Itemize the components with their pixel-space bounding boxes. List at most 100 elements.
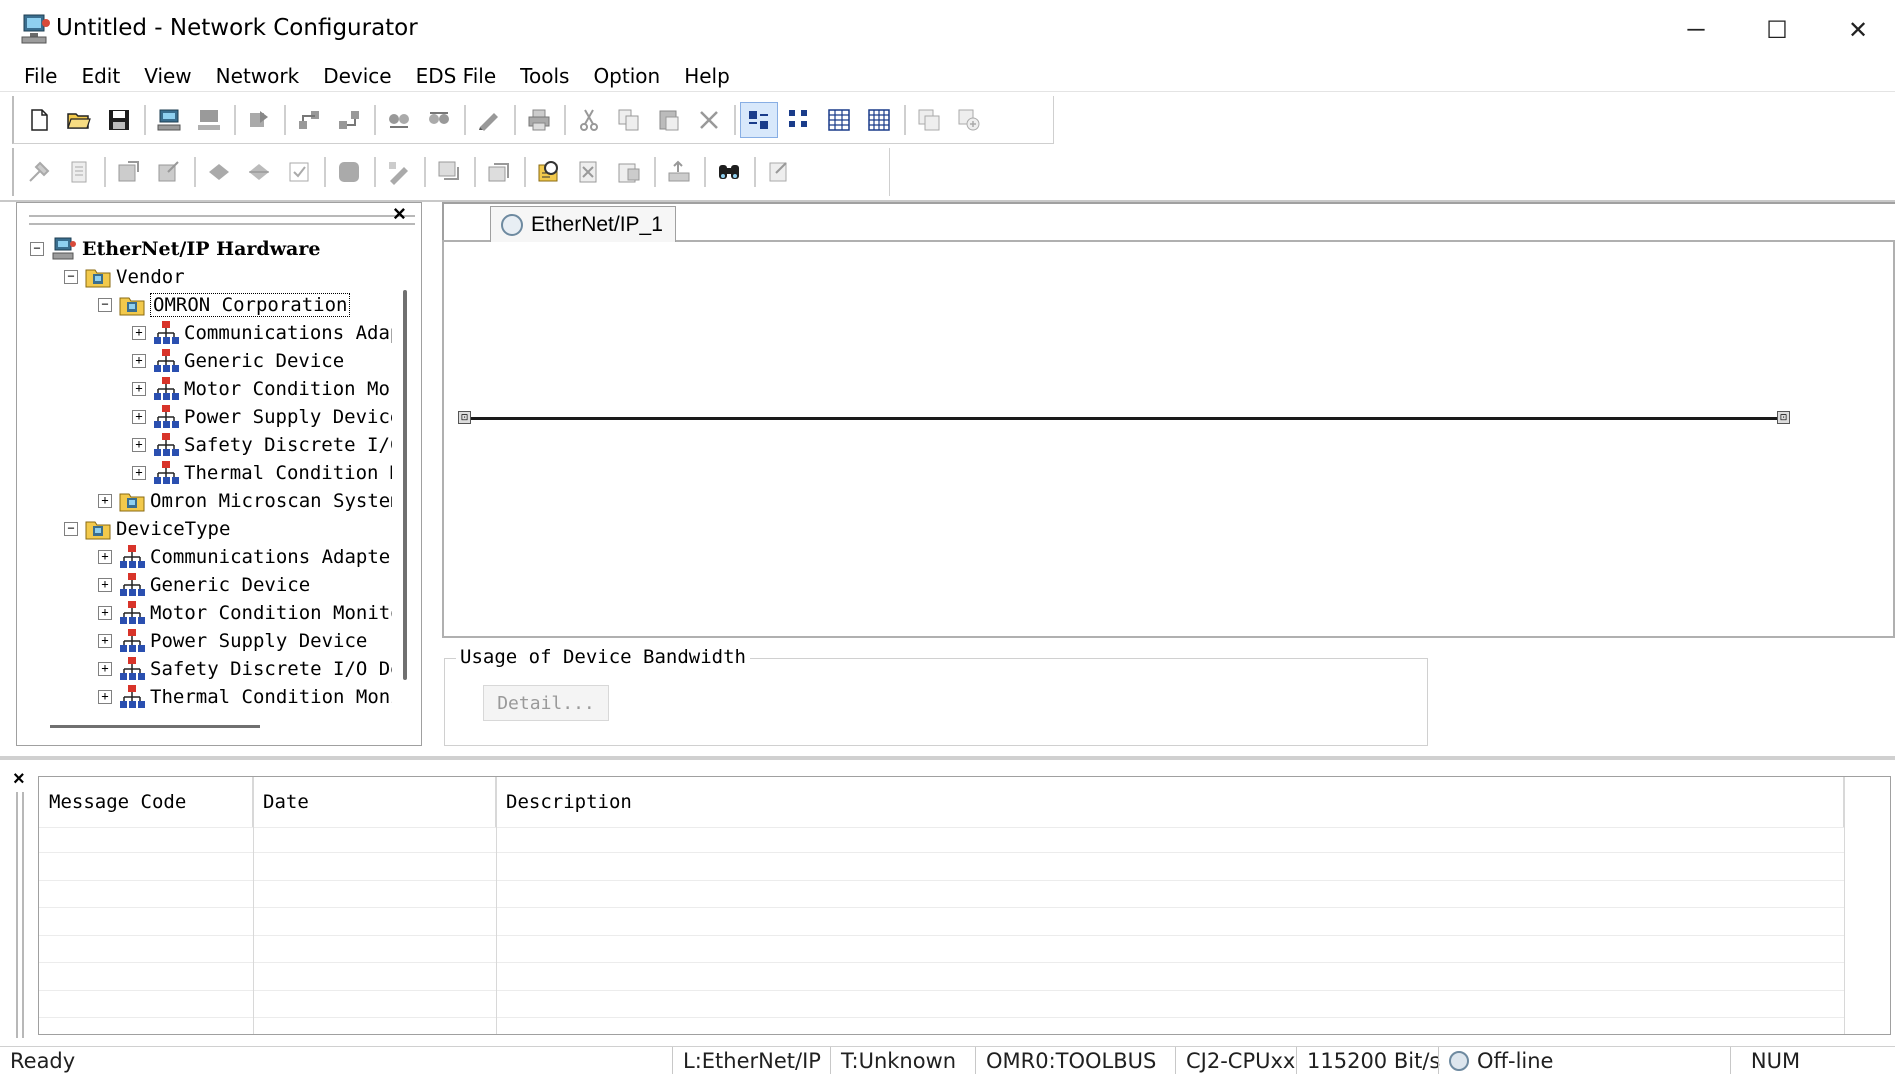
settings-button[interactable] <box>760 154 798 190</box>
maximize-button[interactable]: ☐ <box>1737 0 1817 60</box>
expand-icon[interactable]: + <box>98 578 112 592</box>
column-header-date[interactable]: Date <box>253 777 496 827</box>
tree-node-microscan[interactable]: + Omron Microscan System <box>98 488 392 514</box>
upload-button[interactable] <box>240 102 278 138</box>
menu-network[interactable]: Network <box>204 61 312 91</box>
message-window-close-button[interactable]: × <box>13 768 25 791</box>
collapse-icon[interactable]: − <box>98 298 112 312</box>
stop-button[interactable] <box>330 154 368 190</box>
register-button[interactable] <box>110 154 148 190</box>
tree-node-dt-comm[interactable]: + Communications Adapter <box>98 544 392 570</box>
expand-icon[interactable]: + <box>132 438 146 452</box>
disconnect-button[interactable] <box>190 102 228 138</box>
tree-node-dt-generic[interactable]: + Generic Device <box>98 572 310 598</box>
expand-icon[interactable]: + <box>98 690 112 704</box>
tree-node-omron-motor[interactable]: + Motor Condition Mor <box>132 376 392 402</box>
expand-icon[interactable]: + <box>132 382 146 396</box>
tree-node-omron-safety[interactable]: + Safety Discrete I/C <box>132 432 392 458</box>
expand-icon[interactable]: + <box>98 606 112 620</box>
tree-node-vendor[interactable]: − Vendor <box>64 264 185 290</box>
delete-button[interactable] <box>690 102 728 138</box>
minimize-button[interactable]: ─ <box>1656 0 1736 60</box>
message-window-grip[interactable] <box>16 792 24 1038</box>
tree-node-dt-safety[interactable]: + Safety Discrete I/O De <box>98 656 392 682</box>
column-header-message-code[interactable]: Message Code <box>39 777 253 827</box>
menu-help[interactable]: Help <box>672 61 742 91</box>
list-view-button[interactable] <box>820 102 858 138</box>
tree-node-dt-thermal[interactable]: + Thermal Condition Moni <box>98 684 392 710</box>
connect-button[interactable] <box>150 102 188 138</box>
upload-all-button[interactable] <box>420 102 458 138</box>
tab-ethernet-ip-1[interactable]: EtherNet/IP_1 <box>490 206 676 242</box>
expand-icon[interactable]: + <box>132 410 146 424</box>
tree-node-omron-thermal[interactable]: + Thermal Condition M <box>132 460 392 486</box>
tree-node-omron[interactable]: − OMRON Corporation <box>98 292 351 318</box>
properties-button[interactable] <box>20 154 58 190</box>
bus-terminator-left-icon[interactable]: ⊡ <box>458 411 471 424</box>
open-button[interactable] <box>60 102 98 138</box>
pane-splitter[interactable] <box>0 756 1895 760</box>
parameter-button[interactable] <box>330 102 368 138</box>
new-button[interactable] <box>20 102 58 138</box>
monitor-button[interactable] <box>60 154 98 190</box>
find-button[interactable] <box>710 154 748 190</box>
print-preview-button[interactable] <box>470 102 508 138</box>
save-button[interactable] <box>100 102 138 138</box>
cut-button[interactable] <box>570 102 608 138</box>
wizard-button[interactable] <box>290 102 328 138</box>
expand-icon[interactable]: + <box>132 466 146 480</box>
menu-edit[interactable]: Edit <box>69 61 132 91</box>
collapse-icon[interactable]: − <box>64 270 78 284</box>
expand-icon[interactable]: + <box>132 354 146 368</box>
bus-terminator-right-icon[interactable]: ⊡ <box>1777 411 1790 424</box>
collapse-icon[interactable]: − <box>64 522 78 536</box>
print-button[interactable] <box>520 102 558 138</box>
panel-grip[interactable] <box>29 215 415 225</box>
collapse-icon[interactable]: − <box>30 242 44 256</box>
menu-eds-file[interactable]: EDS File <box>404 61 509 91</box>
delete-eds-button[interactable] <box>570 154 608 190</box>
save-eds-button[interactable] <box>610 154 648 190</box>
column-header-description[interactable]: Description <box>496 777 1844 827</box>
tree-horizontal-scrollbar-thumb[interactable] <box>50 725 260 728</box>
tree-node-root[interactable]: − EtherNet/IP Hardware <box>30 236 320 262</box>
create-eds-button[interactable] <box>480 154 518 190</box>
detail-view-button[interactable] <box>860 102 898 138</box>
expand-icon[interactable]: + <box>98 662 112 676</box>
menu-device[interactable]: Device <box>311 61 403 91</box>
expand-button[interactable] <box>200 154 238 190</box>
collapse-button[interactable] <box>240 154 278 190</box>
detail-button[interactable]: Detail... <box>483 685 609 721</box>
menu-tools[interactable]: Tools <box>508 61 581 91</box>
expand-icon[interactable]: + <box>98 494 112 508</box>
export-button[interactable] <box>660 154 698 190</box>
zoom-out-button[interactable] <box>950 102 988 138</box>
tree-vertical-scrollbar-thumb[interactable] <box>403 290 407 680</box>
hardware-panel-close-button[interactable]: × <box>393 201 406 227</box>
menu-option[interactable]: Option <box>581 61 672 91</box>
install-eds-button[interactable] <box>430 154 468 190</box>
close-button[interactable]: ✕ <box>1818 0 1895 60</box>
large-icon-view-button[interactable] <box>740 101 778 138</box>
expand-icon[interactable]: + <box>98 634 112 648</box>
expand-icon[interactable]: + <box>98 550 112 564</box>
paste-button[interactable] <box>650 102 688 138</box>
network-canvas[interactable] <box>442 240 1895 638</box>
small-icon-view-button[interactable] <box>780 102 818 138</box>
deregister-button[interactable] <box>150 154 188 190</box>
tree-node-omron-generic[interactable]: + Generic Device <box>132 348 344 374</box>
tree-node-omron-comm[interactable]: + Communications Adap <box>132 320 392 346</box>
zoom-in-button[interactable] <box>910 102 948 138</box>
menu-view[interactable]: View <box>132 61 203 91</box>
validate-button[interactable] <box>280 154 318 190</box>
tree-node-devicetype[interactable]: − DeviceType <box>64 516 230 542</box>
copy-button[interactable] <box>610 102 648 138</box>
menu-file[interactable]: File <box>12 61 69 91</box>
edit-device-button[interactable] <box>380 154 418 190</box>
tree-node-omron-power[interactable]: + Power Supply Device <box>132 404 392 430</box>
find-device-button[interactable] <box>530 154 568 190</box>
download-button[interactable] <box>380 102 418 138</box>
expand-icon[interactable]: + <box>132 326 146 340</box>
network-bus-line[interactable] <box>462 417 1790 420</box>
tree-node-dt-motor[interactable]: + Motor Condition Monito <box>98 600 392 626</box>
